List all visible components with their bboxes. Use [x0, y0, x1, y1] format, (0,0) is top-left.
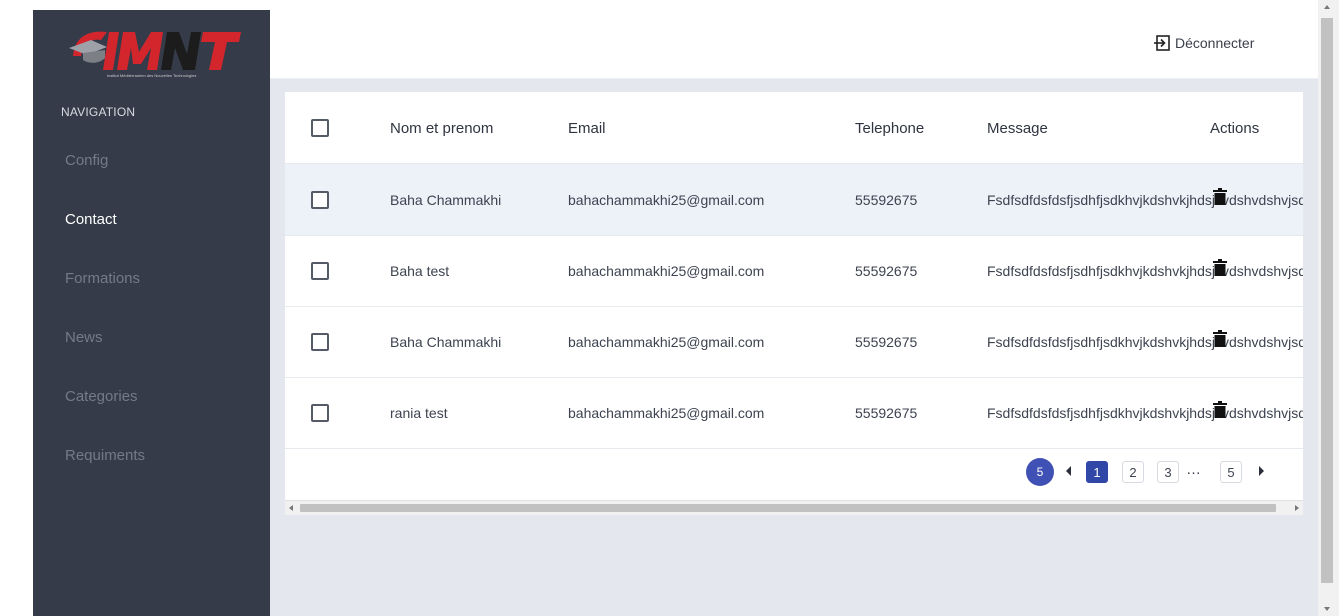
cell-name: Baha test: [390, 263, 450, 279]
logout-label: Déconnecter: [1175, 35, 1255, 51]
scroll-down-icon[interactable]: [1324, 607, 1330, 611]
page-button-1[interactable]: 1: [1086, 461, 1108, 483]
cell-email: bahachammakhi25@gmail.com: [568, 405, 765, 421]
vertical-scrollbar[interactable]: [1318, 0, 1339, 616]
trash-icon[interactable]: [1213, 188, 1227, 205]
table-header-row: Nom et prenom Email Telephone Message Ac…: [285, 92, 1303, 164]
row-checkbox[interactable]: [311, 262, 329, 280]
column-header-telephone[interactable]: Telephone: [855, 120, 924, 137]
page-size-selector[interactable]: 5: [1026, 458, 1054, 486]
cell-telephone: 55592675: [855, 334, 918, 350]
cell-email: bahachammakhi25@gmail.com: [568, 192, 765, 208]
table-row[interactable]: rania test bahachammakhi25@gmail.com 555…: [285, 377, 1303, 449]
scroll-left-icon[interactable]: [289, 505, 293, 511]
scroll-up-icon[interactable]: [1324, 5, 1330, 9]
page-margin: [0, 0, 33, 616]
row-checkbox[interactable]: [311, 404, 329, 422]
cell-telephone: 55592675: [855, 405, 918, 421]
page-button-3[interactable]: 3: [1157, 461, 1179, 483]
brand-logo[interactable]: Institut Méditerranéen des Nouvelles Tec…: [61, 20, 241, 82]
cell-email: bahachammakhi25@gmail.com: [568, 263, 765, 279]
cell-name: rania test: [390, 405, 448, 421]
sidebar-item-categories[interactable]: Categories: [65, 388, 138, 405]
nav-title: NAVIGATION: [61, 105, 136, 119]
cell-name: Baha Chammakhi: [390, 192, 502, 208]
logout-button[interactable]: Déconnecter: [1153, 34, 1254, 52]
cell-message: Fsdfsdfdsfdsfjsdhfjsdkhvjkdshvkjhdsjkvds…: [987, 334, 1303, 350]
row-checkbox[interactable]: [311, 333, 329, 351]
trash-icon[interactable]: [1213, 401, 1227, 418]
column-header-email[interactable]: Email: [568, 120, 606, 137]
table-row[interactable]: Baha Chammakhi bahachammakhi25@gmail.com…: [285, 306, 1303, 378]
cell-telephone: 55592675: [855, 263, 918, 279]
column-header-name[interactable]: Nom et prenom: [390, 120, 493, 137]
prev-page-icon[interactable]: [1066, 466, 1071, 476]
contacts-table: Nom et prenom Email Telephone Message Ac…: [285, 92, 1303, 515]
sidebar-item-formations[interactable]: Formations: [65, 270, 140, 287]
sidebar-item-contact[interactable]: Contact: [65, 211, 117, 228]
main-content: Déconnecter Nom et prenom Email Telephon…: [270, 10, 1318, 616]
sidebar: Institut Méditerranéen des Nouvelles Tec…: [33, 10, 270, 616]
cell-message: Fsdfsdfdsfdsfjsdhfjsdkhvjkdshvkjhdsjkvds…: [987, 192, 1303, 208]
page-button-5[interactable]: 5: [1220, 461, 1242, 483]
vertical-scroll-thumb[interactable]: [1321, 18, 1333, 583]
trash-icon[interactable]: [1213, 259, 1227, 276]
trash-icon[interactable]: [1213, 330, 1227, 347]
cell-email: bahachammakhi25@gmail.com: [568, 334, 765, 350]
horizontal-scroll-thumb[interactable]: [300, 504, 1276, 512]
cell-telephone: 55592675: [855, 192, 918, 208]
row-checkbox[interactable]: [311, 191, 329, 209]
sidebar-item-config[interactable]: Config: [65, 152, 108, 169]
table-row[interactable]: Baha Chammakhi bahachammakhi25@gmail.com…: [285, 164, 1303, 236]
cell-name: Baha Chammakhi: [390, 334, 502, 350]
page-button-2[interactable]: 2: [1122, 461, 1144, 483]
next-page-icon[interactable]: [1259, 466, 1264, 476]
brand-tagline: Institut Méditerranéen des Nouvelles Tec…: [107, 73, 196, 78]
table-row[interactable]: Baha test bahachammakhi25@gmail.com 5559…: [285, 235, 1303, 307]
select-all-checkbox[interactable]: [311, 119, 329, 137]
cell-message: Fsdfsdfdsfdsfjsdhfjsdkhvjkdshvkjhdsjkvds…: [987, 263, 1303, 279]
sidebar-item-requiments[interactable]: Requiments: [65, 447, 145, 464]
sign-out-icon: [1154, 35, 1170, 51]
column-header-actions: Actions: [1210, 120, 1260, 137]
scroll-right-icon[interactable]: [1295, 505, 1299, 511]
horizontal-scrollbar[interactable]: [285, 500, 1303, 515]
sidebar-item-news[interactable]: News: [65, 329, 103, 346]
page-ellipsis: …: [1186, 461, 1201, 478]
top-bar: Déconnecter: [270, 10, 1318, 79]
cell-message: Fsdfsdfdsfdsfjsdhfjsdkhvjkdshvkjhdsjkvds…: [987, 405, 1303, 421]
